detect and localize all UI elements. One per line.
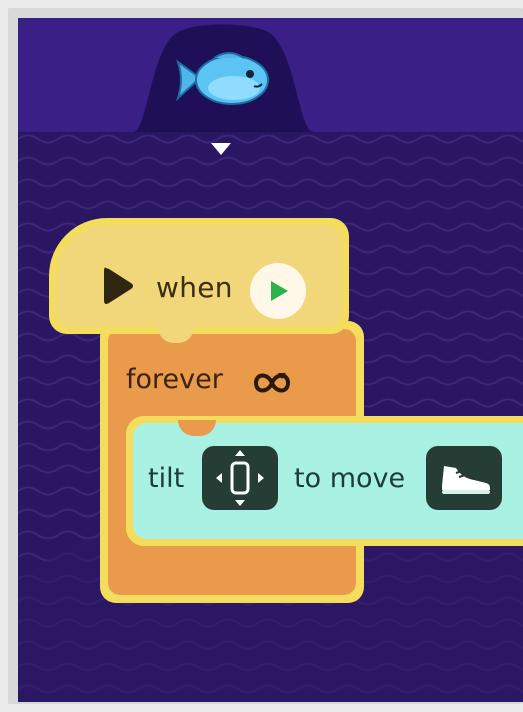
- loop-icon: [254, 373, 290, 393]
- when-label: when: [156, 271, 233, 304]
- app-frame: when forever tilt to move: [8, 8, 523, 704]
- to-move-label: to move: [294, 463, 406, 494]
- code-canvas[interactable]: when forever tilt to move: [18, 18, 523, 702]
- fish-icon[interactable]: [174, 48, 274, 112]
- forever-label: forever: [126, 364, 223, 395]
- tilt-label: tilt: [148, 463, 185, 494]
- move-selector-tile[interactable]: [426, 446, 502, 510]
- triangle-down-icon[interactable]: [208, 140, 234, 158]
- tilt-selector-tile[interactable]: [202, 446, 278, 510]
- shoe-icon: [442, 466, 490, 494]
- play-icon: [104, 267, 133, 304]
- green-flag-play-icon: [271, 281, 288, 301]
- green-flag-play-button[interactable]: [250, 263, 306, 319]
- phone-tilt-icon: [216, 450, 264, 506]
